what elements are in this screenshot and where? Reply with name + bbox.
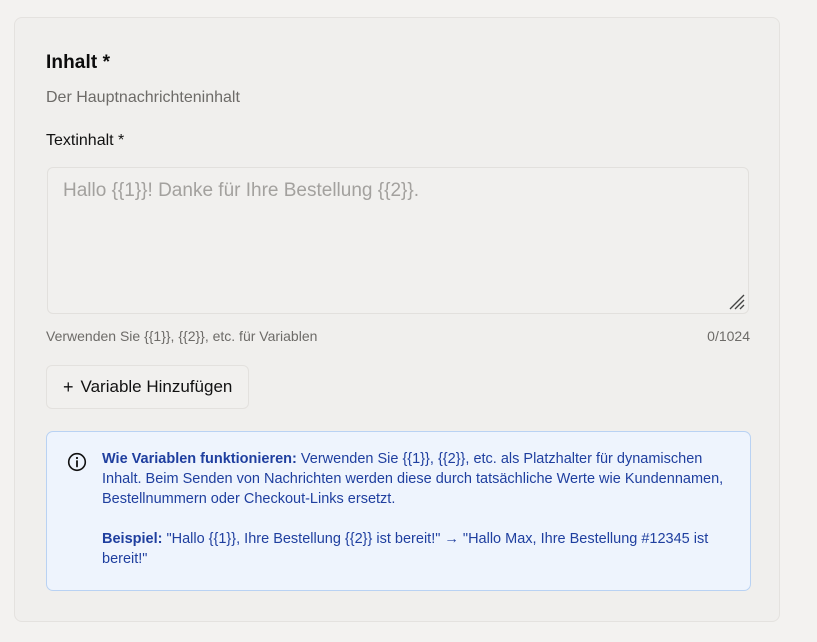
resize-handle-icon[interactable] bbox=[727, 292, 745, 310]
text-content-input[interactable] bbox=[47, 167, 749, 314]
character-counter: 0/1024 bbox=[707, 328, 750, 344]
variables-hint: Verwenden Sie {{1}}, {{2}}, etc. für Var… bbox=[46, 328, 318, 344]
info-circle-icon bbox=[67, 452, 87, 472]
add-variable-label: Variable Hinzufügen bbox=[80, 377, 233, 396]
info-how-paragraph: Wie Variablen funktionieren: Verwenden S… bbox=[102, 449, 734, 509]
content-card: Inhalt * Der Hauptnachrichteninhalt Text… bbox=[14, 17, 780, 622]
plus-icon: + bbox=[63, 377, 74, 397]
info-example-heading: Beispiel: bbox=[102, 531, 163, 547]
info-how-heading: Wie Variablen funktionieren: bbox=[102, 451, 297, 467]
text-content-label: Textinhalt * bbox=[46, 132, 125, 149]
variables-info-box: Wie Variablen funktionieren: Verwenden S… bbox=[46, 431, 751, 591]
info-example-text: "Hallo {{1}}, Ihre Bestellung {{2}} ist … bbox=[102, 531, 709, 567]
info-text: Wie Variablen funktionieren: Verwenden S… bbox=[102, 449, 734, 569]
add-variable-button[interactable]: + Variable Hinzufügen bbox=[46, 365, 250, 409]
section-title: Inhalt * bbox=[46, 52, 111, 73]
info-example-paragraph: Beispiel: "Hallo {{1}}, Ihre Bestellung … bbox=[102, 529, 734, 569]
section-subtitle: Der Hauptnachrichteninhalt bbox=[46, 89, 240, 106]
